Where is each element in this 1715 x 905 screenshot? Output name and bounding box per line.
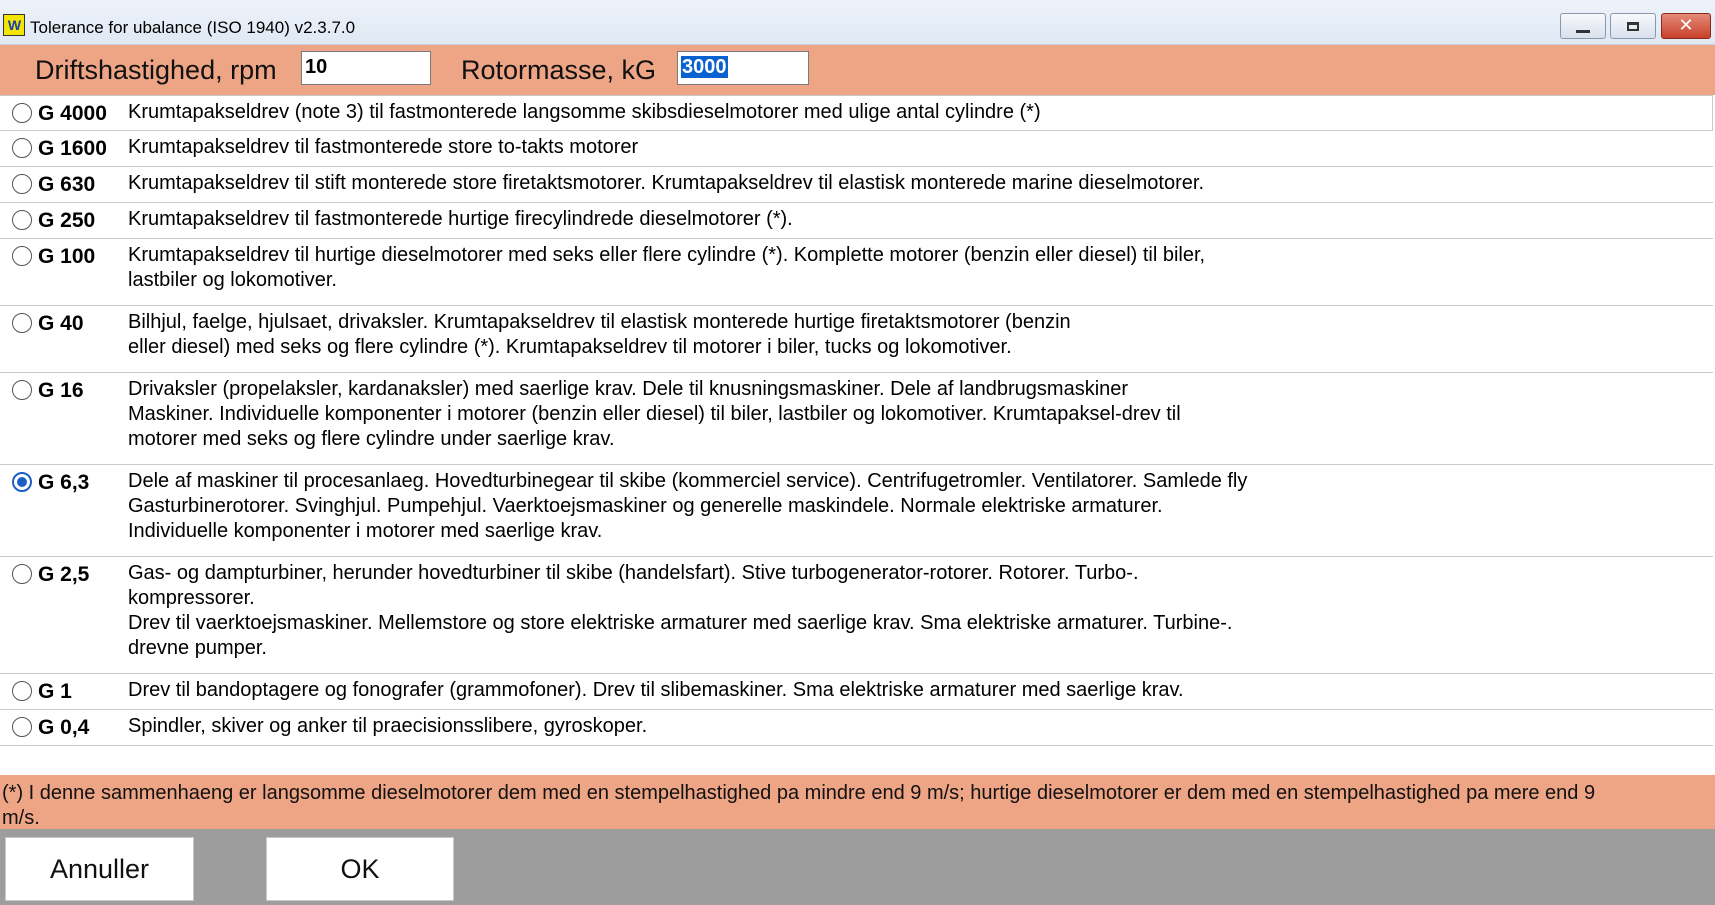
grade-description: Drev til bandoptagere og fonografer (gra… (128, 678, 1184, 703)
footnote-line: m/s. (2, 807, 40, 829)
grade-description: Krumtapakseldrev til fastmonterede store… (128, 135, 638, 160)
grade-row[interactable]: G 250 Krumtapakseldrev til fastmonterede … (0, 203, 1713, 239)
grade-label: G 2,5 (38, 563, 90, 586)
grade-label: G 4000 (38, 102, 107, 125)
description-line: Spindler, skiver og anker til praecision… (128, 715, 648, 737)
description-line: Gas- og dampturbiner, herunder hovedturb… (128, 562, 1139, 584)
grade-radio[interactable] (12, 138, 32, 158)
grade-description: Drivaksler (propelaksler, kardanaksler) … (128, 377, 1181, 452)
grade-radio[interactable] (12, 313, 32, 333)
speed-label: Driftshastighed, rpm (35, 55, 277, 85)
description-line: Bilhjul, faelge, hjulsaet, drivaksler. K… (128, 311, 1071, 333)
description-line: Individuelle komponenter i motorer med s… (128, 520, 603, 542)
grade-radio[interactable] (12, 103, 32, 123)
grade-row[interactable]: G 2,5 Gas- og dampturbiner, herunder hove… (0, 557, 1713, 674)
grade-row[interactable]: G 4000 Krumtapakseldrev (note 3) til fast… (0, 95, 1713, 131)
description-line: Krumtapakseldrev til fastmonterede hurti… (128, 208, 793, 230)
description-line: Krumtapakseldrev (note 3) til fastmonter… (128, 101, 1041, 123)
grade-label: G 1 (38, 680, 72, 703)
description-line: Krumtapakseldrev til fastmonterede store… (128, 136, 639, 158)
grade-label: G 250 (38, 209, 96, 232)
grade-description: Spindler, skiver og anker til praecision… (128, 714, 647, 739)
grade-radio[interactable] (12, 210, 32, 230)
grade-radio[interactable] (12, 472, 32, 492)
grade-row[interactable]: G 1 Drev til bandoptagere og fonografer (… (0, 674, 1713, 710)
grade-label: G 40 (38, 312, 84, 335)
description-line: motorer med seks og flere cylindre under… (128, 428, 615, 450)
grade-radio[interactable] (12, 380, 32, 400)
grade-description: Krumtapakseldrev til stift monterede sto… (128, 171, 1204, 196)
grade-description: Krumtapakseldrev til fastmonterede hurti… (128, 207, 793, 232)
description-line: drevne pumper. (128, 637, 267, 659)
description-line: lastbiler og lokomotiver. (128, 269, 337, 291)
grade-radio[interactable] (12, 681, 32, 701)
footnote-line: (*) I denne sammenhaeng er langsomme die… (2, 782, 1596, 804)
grade-radio[interactable] (12, 564, 32, 584)
description-line: Drivaksler (propelaksler, kardanaksler) … (128, 378, 1129, 400)
parameter-header: Driftshastighed, rpm 10 Rotormasse, kG 3… (0, 45, 1715, 95)
grade-row[interactable]: G 630 Krumtapakseldrev til stift montered… (0, 167, 1713, 203)
mass-input-value: 3000 (681, 56, 728, 78)
grade-row[interactable]: G 16 Drivaksler (propelaksler, kardanaksl… (0, 373, 1713, 465)
grade-row[interactable]: G 40 Bilhjul, faelge, hjulsaet, drivaksle… (0, 306, 1713, 373)
description-line: eller diesel) med seks og flere cylindre… (128, 336, 1012, 358)
description-line: Krumtapakseldrev til hurtige dieselmotor… (128, 244, 1206, 266)
close-icon: ✕ (1678, 15, 1694, 36)
footnote: (*) I denne sammenhaeng er langsomme die… (0, 775, 1715, 829)
grade-description: Krumtapakseldrev til hurtige dieselmotor… (128, 243, 1205, 293)
grade-label: G 100 (38, 245, 96, 268)
speed-input-value: 10 (305, 56, 328, 78)
grade-row[interactable]: G 100 Krumtapakseldrev til hurtige diesel… (0, 239, 1713, 306)
description-line: Krumtapakseldrev til stift monterede sto… (128, 172, 1204, 194)
grade-label: G 1600 (38, 137, 107, 160)
minimize-button[interactable] (1560, 13, 1606, 39)
grade-row[interactable]: G 6,3 Dele af maskiner til procesanlaeg.… (0, 465, 1713, 557)
mass-label: Rotormasse, kG (461, 55, 657, 85)
button-bar: Annuller OK (0, 829, 1715, 905)
maximize-button[interactable] (1610, 13, 1656, 39)
grade-description: Bilhjul, faelge, hjulsaet, drivaksler. K… (128, 310, 1071, 360)
description-line: kompressorer. (128, 587, 255, 609)
minimize-icon (1576, 29, 1590, 33)
description-line: Dele af maskiner til procesanlaeg. Hoved… (128, 470, 1248, 492)
app-logo-icon: W (3, 14, 25, 36)
close-button[interactable]: ✕ (1661, 13, 1711, 39)
ok-button[interactable]: OK (266, 837, 454, 901)
description-line: Drev til vaerktoejsmaskiner. Mellemstore… (128, 612, 1233, 634)
cancel-button[interactable]: Annuller (5, 837, 194, 901)
grade-description: Gas- og dampturbiner, herunder hovedturb… (128, 561, 1232, 661)
grade-radio[interactable] (12, 717, 32, 737)
grade-radio[interactable] (12, 246, 32, 266)
description-line: Drev til bandoptagere og fonografer (gra… (128, 679, 1184, 701)
speed-input[interactable]: 10 (301, 51, 431, 85)
description-line: Maskiner. Individuelle komponenter i mot… (128, 403, 1181, 425)
grade-label: G 0,4 (38, 716, 90, 739)
maximize-icon (1627, 21, 1639, 31)
grade-row[interactable]: G 0,4 Spindler, skiver og anker til praec… (0, 710, 1713, 746)
window-title: Tolerance for ubalance (ISO 1940) v2.3.7… (30, 18, 356, 37)
grade-radio[interactable] (12, 174, 32, 194)
grade-description: Krumtapakseldrev (note 3) til fastmonter… (128, 100, 1041, 125)
grade-row[interactable]: G 1600 Krumtapakseldrev til fastmonterede… (0, 131, 1713, 167)
grade-label: G 16 (38, 379, 84, 402)
description-line: Gasturbinerotorer. Svinghjul. Pumpehjul.… (128, 495, 1163, 517)
grade-label: G 6,3 (38, 471, 90, 494)
grade-description: Dele af maskiner til procesanlaeg. Hoved… (128, 469, 1247, 544)
grade-label: G 630 (38, 173, 96, 196)
title-bar: W Tolerance for ubalance (ISO 1940) v2.3… (0, 0, 1715, 45)
mass-input[interactable]: 3000 (677, 51, 809, 85)
